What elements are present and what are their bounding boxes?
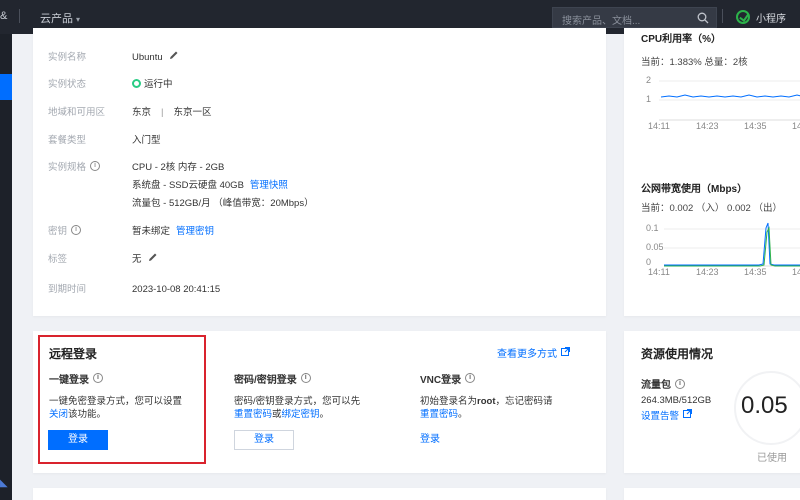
row-package-type: 套餐类型 入门型	[48, 132, 161, 150]
traffic-package-label: 流量包 i	[641, 376, 685, 391]
vnc-login-link[interactable]: 登录	[420, 430, 440, 445]
bandwidth-current-value: 当前：0.002 （入） 0.002 （出）	[641, 203, 782, 214]
row-tags: 标签 无	[48, 251, 158, 269]
external-link-icon	[561, 346, 570, 359]
reset-password-link[interactable]: 重置密码	[234, 409, 272, 420]
used-label: 已使用	[757, 453, 787, 464]
region-separator: |	[161, 107, 164, 118]
tags-value: 无	[132, 254, 142, 265]
x-tick-label: 14	[792, 121, 800, 131]
row-label: 地域和可用区	[48, 107, 106, 118]
cpu-chart[interactable]: 2 1 14:11 14:23 14:35 14	[639, 72, 800, 132]
spec-disk: 系统盘 - SSD云硬盘 40GB	[132, 180, 244, 191]
cloud-products-label: 云产品	[40, 13, 73, 25]
info-icon[interactable]: i	[71, 225, 82, 235]
password-login-button[interactable]: 登录	[234, 430, 294, 450]
vnc-login-heading: VNC登录	[420, 374, 462, 386]
region-value: 东京	[132, 107, 152, 118]
view-more-methods-link[interactable]: 查看更多方式	[497, 345, 570, 360]
instance-name-value: Ubuntu	[132, 52, 163, 63]
running-status-icon	[132, 79, 141, 88]
mini-program-label: 小程序	[756, 13, 786, 25]
edit-icon[interactable]	[148, 251, 158, 269]
bind-key-link[interactable]: 绑定密钥	[282, 409, 320, 420]
cpu-current-value: 当前：1.383% 总量：2核	[641, 57, 748, 68]
search-placeholder: 搜索产品、文档...	[562, 16, 641, 27]
x-tick-label: 14:23	[696, 121, 719, 131]
key-value: 暂未绑定	[132, 226, 171, 237]
x-tick-label: 14	[792, 267, 800, 277]
usage-percent: 0.05	[741, 392, 788, 419]
expire-time-value: 2023-10-08 20:41:15	[132, 284, 221, 295]
zone-value: 东京一区	[173, 107, 212, 118]
set-alarm-link[interactable]: 设置告警	[641, 408, 693, 422]
cloud-products-menu[interactable]: 云产品 ▾	[40, 10, 80, 26]
resource-usage-title: 资源使用情况	[641, 347, 714, 361]
mini-program-button[interactable]: 小程序	[736, 9, 786, 25]
resource-usage-card: 资源使用情况 流量包 i 264.3MB/512GB 设置告警 0.05 已使用	[624, 331, 800, 473]
bandwidth-chart[interactable]: 0.1 0.05 0 14:11 14:23 14:35 14	[639, 220, 800, 280]
x-tick-label: 14:11	[648, 267, 670, 277]
vnc-login-desc: 初始登录名为root，忘记密码请 重置密码。	[420, 396, 553, 420]
instance-info-card: 实例名称 Ubuntu 实例状态 运行中 地域和可用区 东京 | 东京一区 套餐…	[33, 28, 606, 316]
x-tick-label: 14:35	[744, 267, 767, 277]
console-home-link[interactable]: &	[0, 10, 7, 22]
cpu-usage-title: CPU利用率（%）	[641, 34, 722, 45]
divider	[19, 9, 20, 23]
info-icon[interactable]: i	[300, 373, 311, 383]
row-label: 密钥 i	[48, 223, 132, 237]
bottom-card	[624, 488, 800, 500]
edit-icon[interactable]	[169, 49, 179, 67]
x-tick-label: 14:11	[648, 121, 670, 131]
mini-program-icon	[736, 10, 750, 24]
divider	[722, 9, 723, 23]
manage-snapshot-link[interactable]: 管理快照	[250, 177, 288, 195]
package-type-value: 入门型	[132, 135, 161, 146]
row-instance-name: 实例名称 Ubuntu	[48, 49, 179, 67]
row-label: 实例规格 i	[48, 159, 132, 173]
info-icon[interactable]: i	[90, 161, 101, 171]
password-login-desc: 密码/密钥登录方式，您可以先 重置密码或绑定密钥。	[234, 396, 361, 420]
row-label: 标签	[48, 254, 68, 265]
bandwidth-usage-title: 公网带宽使用（Mbps）	[641, 184, 748, 195]
highlight-annotation	[38, 335, 206, 464]
search-icon[interactable]	[697, 12, 709, 27]
row-label: 实例名称	[48, 52, 87, 63]
password-login-section: 密码/密钥登录 i 密码/密钥登录方式，您可以先 重置密码或绑定密钥。	[234, 371, 414, 421]
sidebar-collapse-icon[interactable]: ◣	[0, 478, 10, 490]
manage-key-link[interactable]: 管理密钥	[176, 223, 214, 241]
status-running-value: 运行中	[132, 76, 173, 94]
search-input[interactable]: 搜索产品、文档...	[552, 7, 717, 28]
left-sidebar: ◣	[0, 34, 12, 500]
row-expire-time: 到期时间 2023-10-08 20:41:15	[48, 281, 220, 299]
password-login-heading: 密码/密钥登录	[234, 374, 297, 386]
row-label: 实例状态	[48, 79, 87, 90]
row-instance-spec: 实例规格 i CPU - 2核 内存 - 2GB 系统盘 - SSD云硬盘 40…	[48, 159, 314, 213]
bottom-card	[33, 488, 606, 500]
spec-cpu-memory: CPU - 2核 内存 - 2GB	[132, 162, 225, 173]
external-link-icon	[683, 409, 693, 421]
monitoring-card: CPU利用率（%） 当前：1.383% 总量：2核 2 1 14:11 14:2…	[624, 28, 800, 316]
traffic-used-value: 264.3MB/512GB	[641, 395, 712, 406]
vnc-reset-password-link[interactable]: 重置密码	[420, 409, 458, 420]
row-key: 密钥 i 暂未绑定 管理密钥	[48, 223, 214, 241]
vnc-login-section: VNC登录 i 初始登录名为root，忘记密码请 重置密码。	[420, 371, 600, 421]
x-tick-label: 14:35	[744, 121, 767, 131]
row-label: 套餐类型	[48, 135, 87, 146]
sidebar-item-active[interactable]	[0, 74, 12, 100]
info-icon[interactable]: i	[675, 378, 685, 389]
chevron-down-icon: ▾	[76, 15, 81, 24]
info-icon[interactable]: i	[465, 373, 476, 383]
row-instance-status: 实例状态 运行中	[48, 76, 173, 94]
row-region-zone: 地域和可用区 东京 | 东京一区	[48, 104, 212, 122]
row-label: 到期时间	[48, 284, 87, 295]
spec-traffic: 流量包 - 512GB/月 （峰值带宽：20Mbps）	[132, 198, 314, 209]
x-tick-label: 14:23	[696, 267, 719, 277]
